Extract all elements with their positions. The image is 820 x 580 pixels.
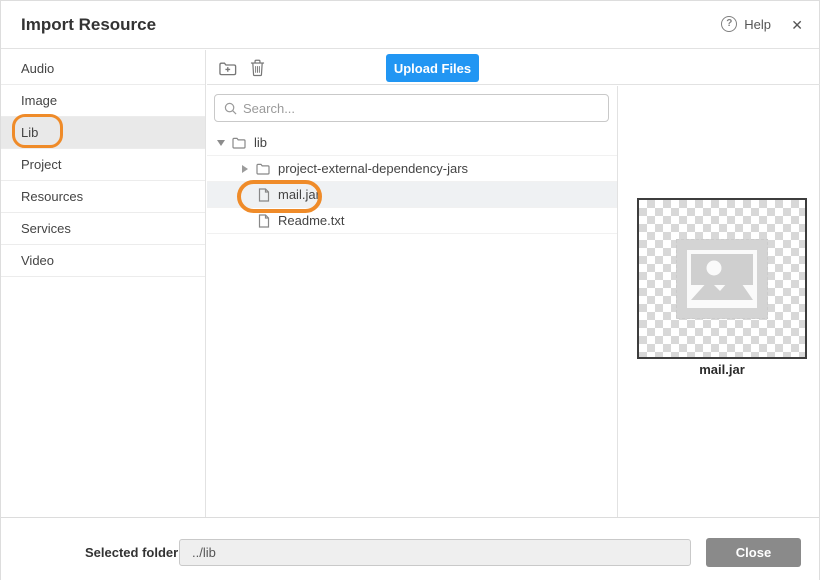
upload-files-button[interactable]: Upload Files — [386, 54, 479, 82]
delete-button[interactable] — [246, 57, 268, 79]
question-mark-icon: ? — [721, 16, 737, 32]
search-icon — [224, 102, 237, 115]
dialog-footer: Selected folder: Close — [1, 517, 819, 580]
image-placeholder-icon — [676, 239, 768, 319]
folder-icon — [256, 163, 270, 175]
search-box — [214, 94, 609, 122]
trash-icon — [250, 59, 265, 77]
help-label: Help — [744, 17, 771, 32]
folder-icon — [232, 137, 246, 149]
file-preview — [637, 198, 807, 359]
selected-folder-label: Selected folder: — [85, 539, 183, 566]
dialog-header: Import Resource ? Help ✕ — [1, 1, 819, 49]
tree-row-label: Readme.txt — [278, 213, 344, 228]
sidebar-item-resources[interactable]: Resources — [1, 181, 205, 213]
sidebar-item-audio[interactable]: Audio — [1, 53, 205, 85]
tree-row-label: mail.jar — [278, 187, 320, 202]
file-toolbar: Upload Files — [207, 50, 820, 85]
selected-folder-input[interactable] — [179, 539, 691, 566]
file-browser-panel: lib project-external-dependency-jars mai… — [207, 86, 618, 517]
file-icon — [258, 214, 270, 228]
tree-row-lib[interactable]: lib — [207, 130, 617, 156]
import-resource-dialog: Import Resource ? Help ✕ Audio Image Lib… — [0, 0, 820, 580]
tree-row-mail-jar[interactable]: mail.jar — [207, 182, 617, 208]
sidebar-item-services[interactable]: Services — [1, 213, 205, 245]
caret-right-icon[interactable] — [240, 165, 250, 173]
sidebar-item-lib[interactable]: Lib — [1, 117, 205, 149]
file-icon — [258, 188, 270, 202]
file-tree: lib project-external-dependency-jars mai… — [207, 130, 617, 234]
preview-filename: mail.jar — [637, 362, 807, 377]
new-folder-button[interactable] — [216, 57, 238, 79]
tree-row-readme-txt[interactable]: Readme.txt — [207, 208, 617, 234]
sidebar-item-image[interactable]: Image — [1, 85, 205, 117]
close-icon[interactable]: ✕ — [791, 16, 803, 34]
sidebar-item-project[interactable]: Project — [1, 149, 205, 181]
tree-row-project-external-dependency-jars[interactable]: project-external-dependency-jars — [207, 156, 617, 182]
caret-down-icon[interactable] — [216, 140, 226, 146]
close-button[interactable]: Close — [706, 538, 801, 567]
help-button[interactable]: ? Help — [721, 16, 771, 32]
tree-row-label: project-external-dependency-jars — [278, 161, 468, 176]
category-sidebar: Audio Image Lib Project Resources Servic… — [1, 50, 206, 517]
search-input[interactable] — [243, 101, 608, 116]
page-title: Import Resource — [21, 15, 156, 35]
sidebar-item-video[interactable]: Video — [1, 245, 205, 277]
new-folder-icon — [218, 60, 237, 77]
tree-row-label: lib — [254, 135, 267, 150]
